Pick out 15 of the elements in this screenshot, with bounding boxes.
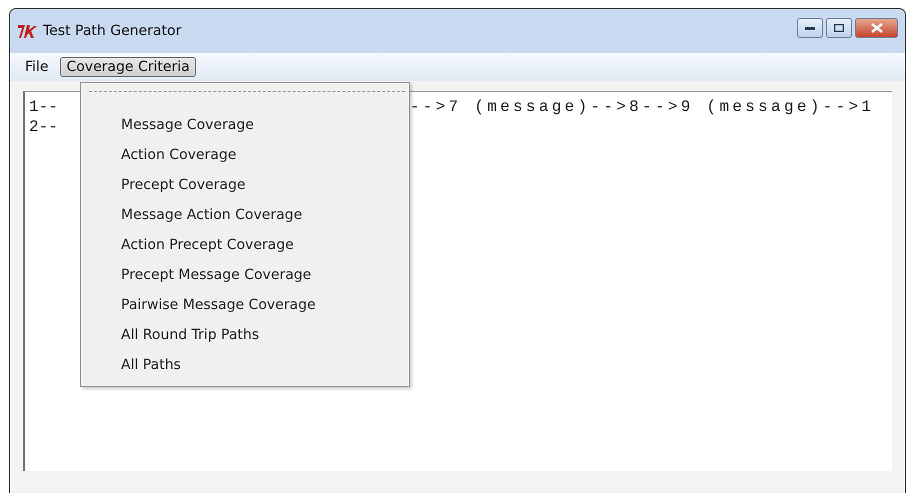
menu-item[interactable]: Coverage Criteria bbox=[60, 57, 196, 77]
menu-option[interactable]: Action Coverage bbox=[121, 140, 405, 170]
path-text: 2-- bbox=[29, 118, 58, 136]
menu-option[interactable]: All Paths bbox=[121, 350, 405, 380]
path-text: 1-- bbox=[29, 98, 58, 116]
menu-option[interactable]: Precept Message Coverage bbox=[121, 260, 405, 290]
menu-option[interactable]: Precept Coverage bbox=[121, 170, 405, 200]
menu-option[interactable]: Message Action Coverage bbox=[121, 200, 405, 230]
menu-option[interactable]: Message Coverage bbox=[121, 110, 405, 140]
menu-item[interactable]: File bbox=[19, 57, 54, 77]
path-text: -->7 (message)-->8-->9 (message)-->1 bbox=[410, 98, 874, 116]
menu-option[interactable]: Action Precept Coverage bbox=[121, 230, 405, 260]
menu-option[interactable]: All Round Trip Paths bbox=[121, 320, 405, 350]
menu-option[interactable]: Pairwise Message Coverage bbox=[121, 290, 405, 320]
window-title: Test Path Generator bbox=[43, 23, 182, 39]
